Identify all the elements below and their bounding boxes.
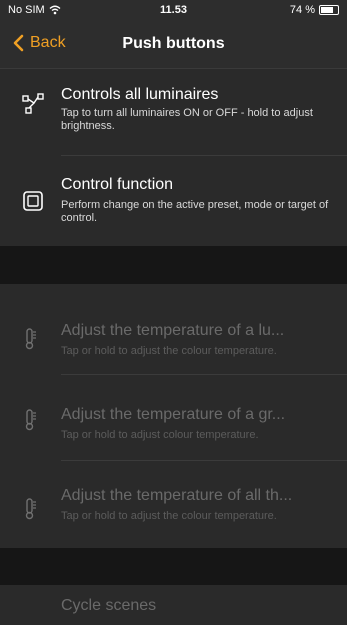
section-spacer xyxy=(0,548,347,585)
list-item-cycle-scenes[interactable]: Cycle scenes xyxy=(0,585,347,625)
square-button-icon xyxy=(23,191,43,211)
row-title: Adjust the temperature of all th... xyxy=(61,487,293,504)
status-bar: No SIM 11.53 74 % xyxy=(0,0,347,22)
luminaires-group-icon xyxy=(22,93,44,114)
row-title: Adjust the temperature of a gr... xyxy=(61,406,286,423)
row-title: Controls all luminaires xyxy=(61,86,219,103)
row-description: Tap or hold to adjust colour temperature… xyxy=(61,429,259,441)
row-title: Cycle scenes xyxy=(61,597,157,614)
list-item-controls-all-luminaires[interactable]: Controls all luminaires Tap to turn all … xyxy=(0,69,347,156)
thermometer-icon xyxy=(25,409,36,431)
navigation-bar: Back Push buttons xyxy=(0,22,347,69)
thermometer-icon xyxy=(25,328,36,350)
row-title: Control function xyxy=(61,176,174,193)
list-item-control-function[interactable]: Control function Perform change on the a… xyxy=(0,156,347,246)
thermometer-icon xyxy=(25,498,36,520)
row-description: Perform change on the active preset, mod… xyxy=(61,199,329,224)
list-item-temperature-all[interactable]: Adjust the temperature of all th... Tap … xyxy=(0,461,347,548)
page-title: Push buttons xyxy=(122,35,225,52)
list-item-temperature-group[interactable]: Adjust the temperature of a gr... Tap or… xyxy=(0,375,347,461)
row-title: Adjust the temperature of a lu... xyxy=(61,322,285,339)
battery-icon xyxy=(319,5,339,15)
list-item-temperature-luminaire[interactable]: Adjust the temperature of a lu... Tap or… xyxy=(0,284,347,375)
row-description: Tap or hold to adjust the colour tempera… xyxy=(61,510,277,522)
push-buttons-list: Controls all luminaires Tap to turn all … xyxy=(0,69,347,625)
row-description: Tap to turn all luminaires ON or OFF - h… xyxy=(61,107,313,132)
row-description: Tap or hold to adjust the colour tempera… xyxy=(61,345,277,357)
section-spacer xyxy=(0,246,347,284)
battery-percent: 74 % xyxy=(289,4,315,16)
